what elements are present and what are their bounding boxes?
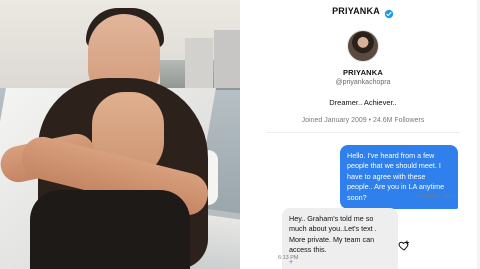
screenshot-frame: PRIYANKA PRIYANKA @priyankachopra Dreame… (0, 0, 480, 269)
incoming-message-text: Hey.. Graham's told me so much about you… (289, 214, 377, 255)
photo-building (214, 30, 240, 88)
incoming-extra-glyph: + (289, 258, 294, 266)
add-reaction-button[interactable] (397, 239, 411, 257)
divider-line (266, 132, 460, 133)
profile-card: PRIYANKA @priyankachopra Dreamer.. Achie… (246, 30, 480, 124)
avatar[interactable] (347, 30, 379, 62)
profile-handle[interactable]: @priyankachopra (246, 79, 480, 86)
profile-meta: Joined January 2009 • 24.6M Followers (301, 117, 425, 124)
incoming-message-time: 6:13 PM (278, 255, 299, 261)
photo-building (185, 38, 213, 88)
verified-badge-icon (384, 6, 394, 19)
conversation-header: PRIYANKA (246, 0, 480, 22)
header-name: PRIYANKA (332, 6, 380, 16)
outgoing-message-time: 5:57 PM · Sent (417, 194, 454, 200)
incoming-message-bubble[interactable]: Hey.. Graham's told me so much about you… (282, 208, 398, 269)
heart-add-icon (398, 239, 410, 257)
dm-panel: PRIYANKA PRIYANKA @priyankachopra Dreame… (246, 0, 480, 269)
profile-bio: Dreamer.. Achiever.. (329, 98, 397, 107)
photo (0, 0, 240, 269)
photo-black-top (30, 190, 190, 269)
profile-name: PRIYANKA (342, 68, 384, 77)
